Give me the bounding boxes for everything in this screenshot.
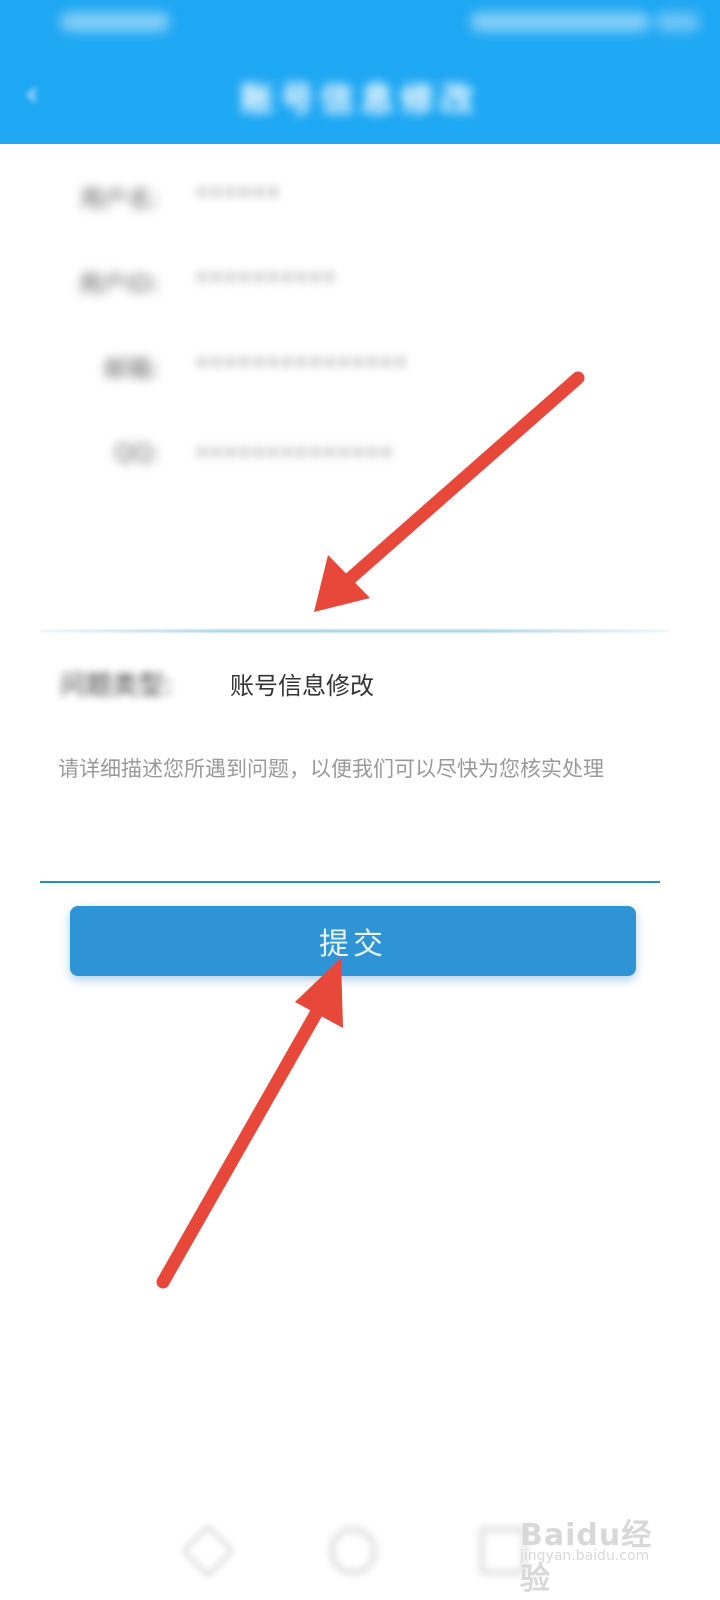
watermark-url: jingyan.baidu.com bbox=[520, 1548, 650, 1564]
baidu-watermark: Baidu经验 jingyan.baidu.com bbox=[520, 1510, 680, 1597]
nav-back-icon[interactable] bbox=[181, 1524, 235, 1578]
annotation-arrows bbox=[156, 371, 585, 1289]
arrow-down-left-icon bbox=[314, 371, 585, 612]
nav-home-icon[interactable] bbox=[330, 1528, 376, 1574]
arrow-up-icon bbox=[156, 958, 343, 1289]
